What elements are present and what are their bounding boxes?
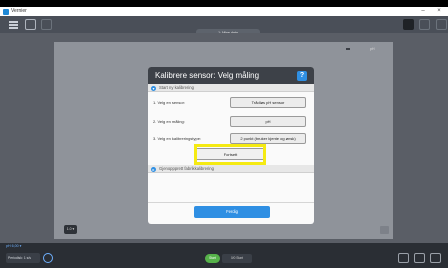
expand-icon[interactable]: ▸ <box>151 166 156 172</box>
graph-tools-icon[interactable] <box>398 253 409 263</box>
step-measurement: 2. Velg en måling: pH <box>148 115 314 128</box>
collapse-icon[interactable]: ▾ <box>151 85 156 91</box>
screen: Vernier – × 1: Mine data pH 1.0 ▾ pH 6,0… <box>0 0 448 268</box>
graph-marker <box>346 48 350 50</box>
app-icon <box>3 8 9 15</box>
window-titlebar: Vernier – × <box>0 7 448 16</box>
step-label: 2. Velg en måling: <box>153 119 185 124</box>
fit-icon[interactable] <box>430 253 441 263</box>
divider <box>148 202 314 203</box>
section-factory-calibration[interactable]: ▸ Gjenoppprett fabrikkalibrering <box>148 165 314 173</box>
graph-legend: pH <box>370 47 375 51</box>
sensor-icon[interactable] <box>403 19 414 30</box>
graph-expand-icon[interactable] <box>380 226 389 234</box>
app-title: Vernier <box>11 8 27 14</box>
dialog-header: Kalibrere sensor: Velg måling ? <box>148 67 314 84</box>
collect-button[interactable]: Start <box>205 254 220 263</box>
dialog-title: Kalibrere sensor: Velg måling <box>155 71 260 80</box>
data-set-icon[interactable] <box>41 19 52 30</box>
step-sensor: 1. Velg en sensor: Trådløs pH sensor <box>148 96 314 109</box>
measurement-select-button[interactable]: pH <box>230 116 306 127</box>
menu-icon[interactable] <box>8 19 19 30</box>
section-label: Gjenoppprett fabrikkalibrering <box>159 166 214 171</box>
highlight-box <box>194 144 266 165</box>
meter-reading[interactable]: pH 6,00 ▾ <box>6 244 21 248</box>
timer-icon[interactable] <box>43 253 53 263</box>
step-label: 3. Velg en kalibreringstype: <box>153 136 202 141</box>
collect-status: 0/0 Start <box>222 254 252 263</box>
step-label: 1. Velg en sensor: <box>153 100 186 105</box>
help-button[interactable]: ? <box>297 71 307 81</box>
section-new-calibration[interactable]: ▾ Start ny kalibrering <box>148 84 314 92</box>
sensor-select-button[interactable]: Trådløs pH sensor <box>230 97 306 108</box>
done-button[interactable]: Ferdig <box>194 206 270 218</box>
calibration-type-button[interactable]: 2 punkt (bruker kjente og ønsk) <box>230 133 306 144</box>
camera-icon[interactable] <box>436 19 447 30</box>
file-icon[interactable] <box>25 19 36 30</box>
scale-button[interactable]: 1.0 ▾ <box>64 225 77 234</box>
graph-options-icon[interactable] <box>419 19 430 30</box>
analysis-icon[interactable] <box>414 253 425 263</box>
collection-mode-select[interactable]: Periodisk: 1 s/s <box>6 253 40 263</box>
minimize-button[interactable]: – <box>418 7 428 16</box>
section-label: Start ny kalibrering <box>159 85 194 90</box>
close-button[interactable]: × <box>434 7 444 16</box>
